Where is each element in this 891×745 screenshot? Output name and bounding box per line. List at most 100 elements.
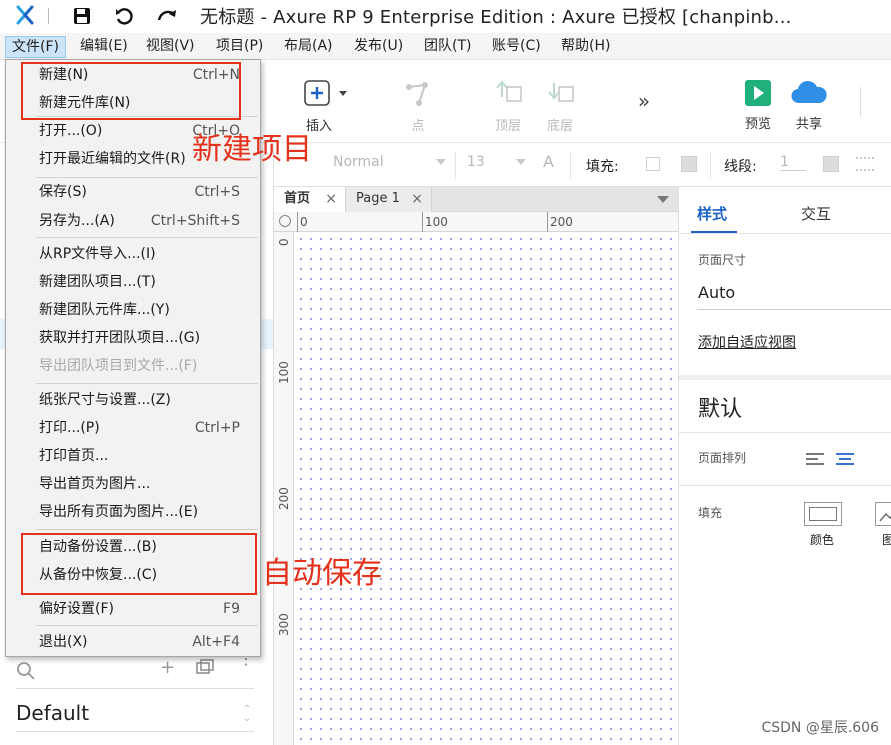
menu-item-new-team-project[interactable]: 新建团队项目...(T) — [6, 269, 260, 295]
panel-divider — [679, 375, 891, 380]
annotation-auto-save: 自动保存 — [262, 556, 382, 591]
axure-logo-icon — [16, 5, 34, 25]
font-size-select[interactable]: 13 — [467, 154, 485, 170]
left-panel-divider — [16, 688, 254, 689]
stroke-pattern-icon[interactable] — [856, 157, 874, 171]
panel-divider — [679, 432, 891, 433]
bring-to-front-button[interactable]: 顶层 — [488, 79, 528, 134]
menu-item-preferences[interactable]: 偏好设置(F) F9 — [6, 596, 260, 622]
menu-item-print[interactable]: 打印...(P) Ctrl+P — [6, 415, 260, 441]
fill-image-label: 图 — [882, 533, 891, 547]
menu-item-exit[interactable]: 退出(X) Alt+F4 — [6, 629, 260, 655]
page-tabs: 首页 × Page 1 × — [274, 187, 678, 212]
close-icon[interactable]: × — [325, 187, 337, 211]
page-size-label: 页面尺寸 — [698, 253, 747, 267]
fill-label: 填充: — [586, 159, 619, 175]
ruler-label: 0 — [277, 238, 291, 246]
ruler-label: 100 — [277, 361, 291, 384]
menu-team[interactable]: 团队(T) — [418, 36, 477, 58]
send-to-back-button[interactable]: 底层 — [540, 79, 580, 134]
bring-front-icon — [496, 80, 522, 102]
menu-item-export-team-project: 导出团队项目到文件...(F) — [39, 358, 198, 374]
ruler-label: 0 — [300, 215, 308, 229]
tab-page-1[interactable]: Page 1 × — [346, 187, 432, 212]
style-select[interactable]: Normal — [333, 154, 384, 170]
add-adaptive-view-link[interactable]: 添加自适应视图 — [698, 332, 796, 352]
cloud-icon — [791, 80, 827, 104]
menu-item-get-team-project[interactable]: 获取并打开团队项目...(G) — [6, 325, 260, 351]
menu-item-save-as[interactable]: 另存为...(A) Ctrl+Shift+S — [6, 208, 260, 234]
stroke-width-input[interactable]: 1 — [780, 154, 806, 171]
menu-edit[interactable]: 编辑(E) — [74, 36, 134, 58]
menu-item-page-setup[interactable]: 纸张尺寸与设置...(Z) — [6, 387, 260, 413]
menu-separator — [36, 177, 258, 178]
panel-divider — [679, 485, 891, 486]
menu-project[interactable]: 项目(P) — [210, 36, 269, 58]
fill-color-label: 颜色 — [810, 533, 835, 547]
align-left-icon[interactable] — [805, 451, 825, 467]
preview-play-icon — [745, 80, 771, 106]
ruler-origin-icon — [279, 215, 291, 227]
vertical-ruler: 0 100 200 300 — [274, 232, 294, 745]
ruler-label: 200 — [550, 215, 573, 229]
menu-item-export-home-image[interactable]: 导出首页为图片... — [6, 471, 260, 497]
ruler-tick — [297, 212, 298, 232]
align-center-icon[interactable] — [835, 451, 855, 467]
horizontal-ruler: 0 100 200 — [274, 212, 678, 232]
share-button[interactable]: 共享 — [789, 79, 829, 132]
tab-home[interactable]: 首页 × — [274, 187, 346, 212]
design-canvas[interactable] — [294, 232, 678, 745]
menu-account[interactable]: 账号(C) — [486, 36, 547, 58]
ruler-label: 100 — [425, 215, 448, 229]
fill-color-swatch[interactable] — [646, 157, 660, 171]
menu-item-print-home[interactable]: 打印首页... — [6, 443, 260, 469]
format-divider — [710, 151, 711, 179]
page-size-select[interactable]: Auto — [698, 283, 735, 302]
add-icon[interactable]: + — [160, 657, 175, 678]
menu-file[interactable]: 文件(F) — [5, 36, 66, 58]
fill-color-button[interactable] — [804, 502, 842, 526]
ruler-tick — [547, 212, 548, 232]
menu-separator — [36, 529, 258, 530]
menu-view[interactable]: 视图(V) — [140, 36, 201, 58]
redo-icon[interactable] — [155, 4, 179, 28]
titlebar-separator — [48, 8, 49, 24]
folder-icon[interactable] — [196, 659, 214, 675]
tabs-dropdown-chevron-icon[interactable] — [657, 196, 669, 203]
fill-shadow-icon[interactable] — [681, 156, 697, 172]
font-color-icon[interactable]: A — [543, 152, 554, 171]
undo-icon[interactable] — [112, 4, 136, 28]
menu-separator — [36, 625, 258, 626]
tab-style[interactable]: 样式 — [697, 203, 727, 224]
fill-image-button[interactable] — [875, 502, 891, 526]
menu-separator — [36, 383, 258, 384]
annotation-box-new — [21, 62, 241, 120]
preview-button[interactable]: 预览 — [740, 79, 776, 132]
save-icon[interactable] — [70, 4, 94, 28]
fill-label: 填充 — [698, 506, 723, 520]
menu-separator — [36, 237, 258, 238]
menu-publish[interactable]: 发布(U) — [348, 36, 409, 58]
more-tools-icon[interactable]: » — [632, 89, 656, 113]
stroke-color-swatch[interactable] — [823, 156, 839, 172]
color-swatch — [809, 507, 837, 521]
menu-bar: 文件(F) 编辑(E) 视图(V) 项目(P) 布局(A) 发布(U) 团队(T… — [0, 33, 891, 60]
search-icon[interactable] — [16, 661, 36, 681]
menu-item-import-rp[interactable]: 从RP文件导入...(I) — [6, 241, 260, 267]
point-button[interactable]: 点 — [398, 79, 438, 134]
send-back-icon — [548, 83, 574, 102]
library-select[interactable]: Default — [16, 701, 89, 725]
annotation-new-project: 新建项目 — [192, 132, 312, 167]
menu-layout[interactable]: 布局(A) — [278, 36, 339, 58]
menu-item-new-team-library[interactable]: 新建团队元件库...(Y) — [6, 297, 260, 323]
menu-item-save[interactable]: 保存(S) Ctrl+S — [6, 179, 260, 205]
library-select-chevron-icon: ⌃ ⌄ — [243, 704, 252, 724]
tab-interaction[interactable]: 交互 — [801, 203, 831, 224]
ruler-tick — [422, 212, 423, 232]
menu-item-export-all-images[interactable]: 导出所有页面为图片...(E) — [6, 499, 260, 525]
close-icon[interactable]: × — [411, 187, 423, 211]
font-size-chevron-icon — [516, 159, 526, 165]
format-divider — [455, 151, 456, 179]
insert-plus-icon — [304, 80, 347, 106]
menu-help[interactable]: 帮助(H) — [555, 36, 616, 58]
